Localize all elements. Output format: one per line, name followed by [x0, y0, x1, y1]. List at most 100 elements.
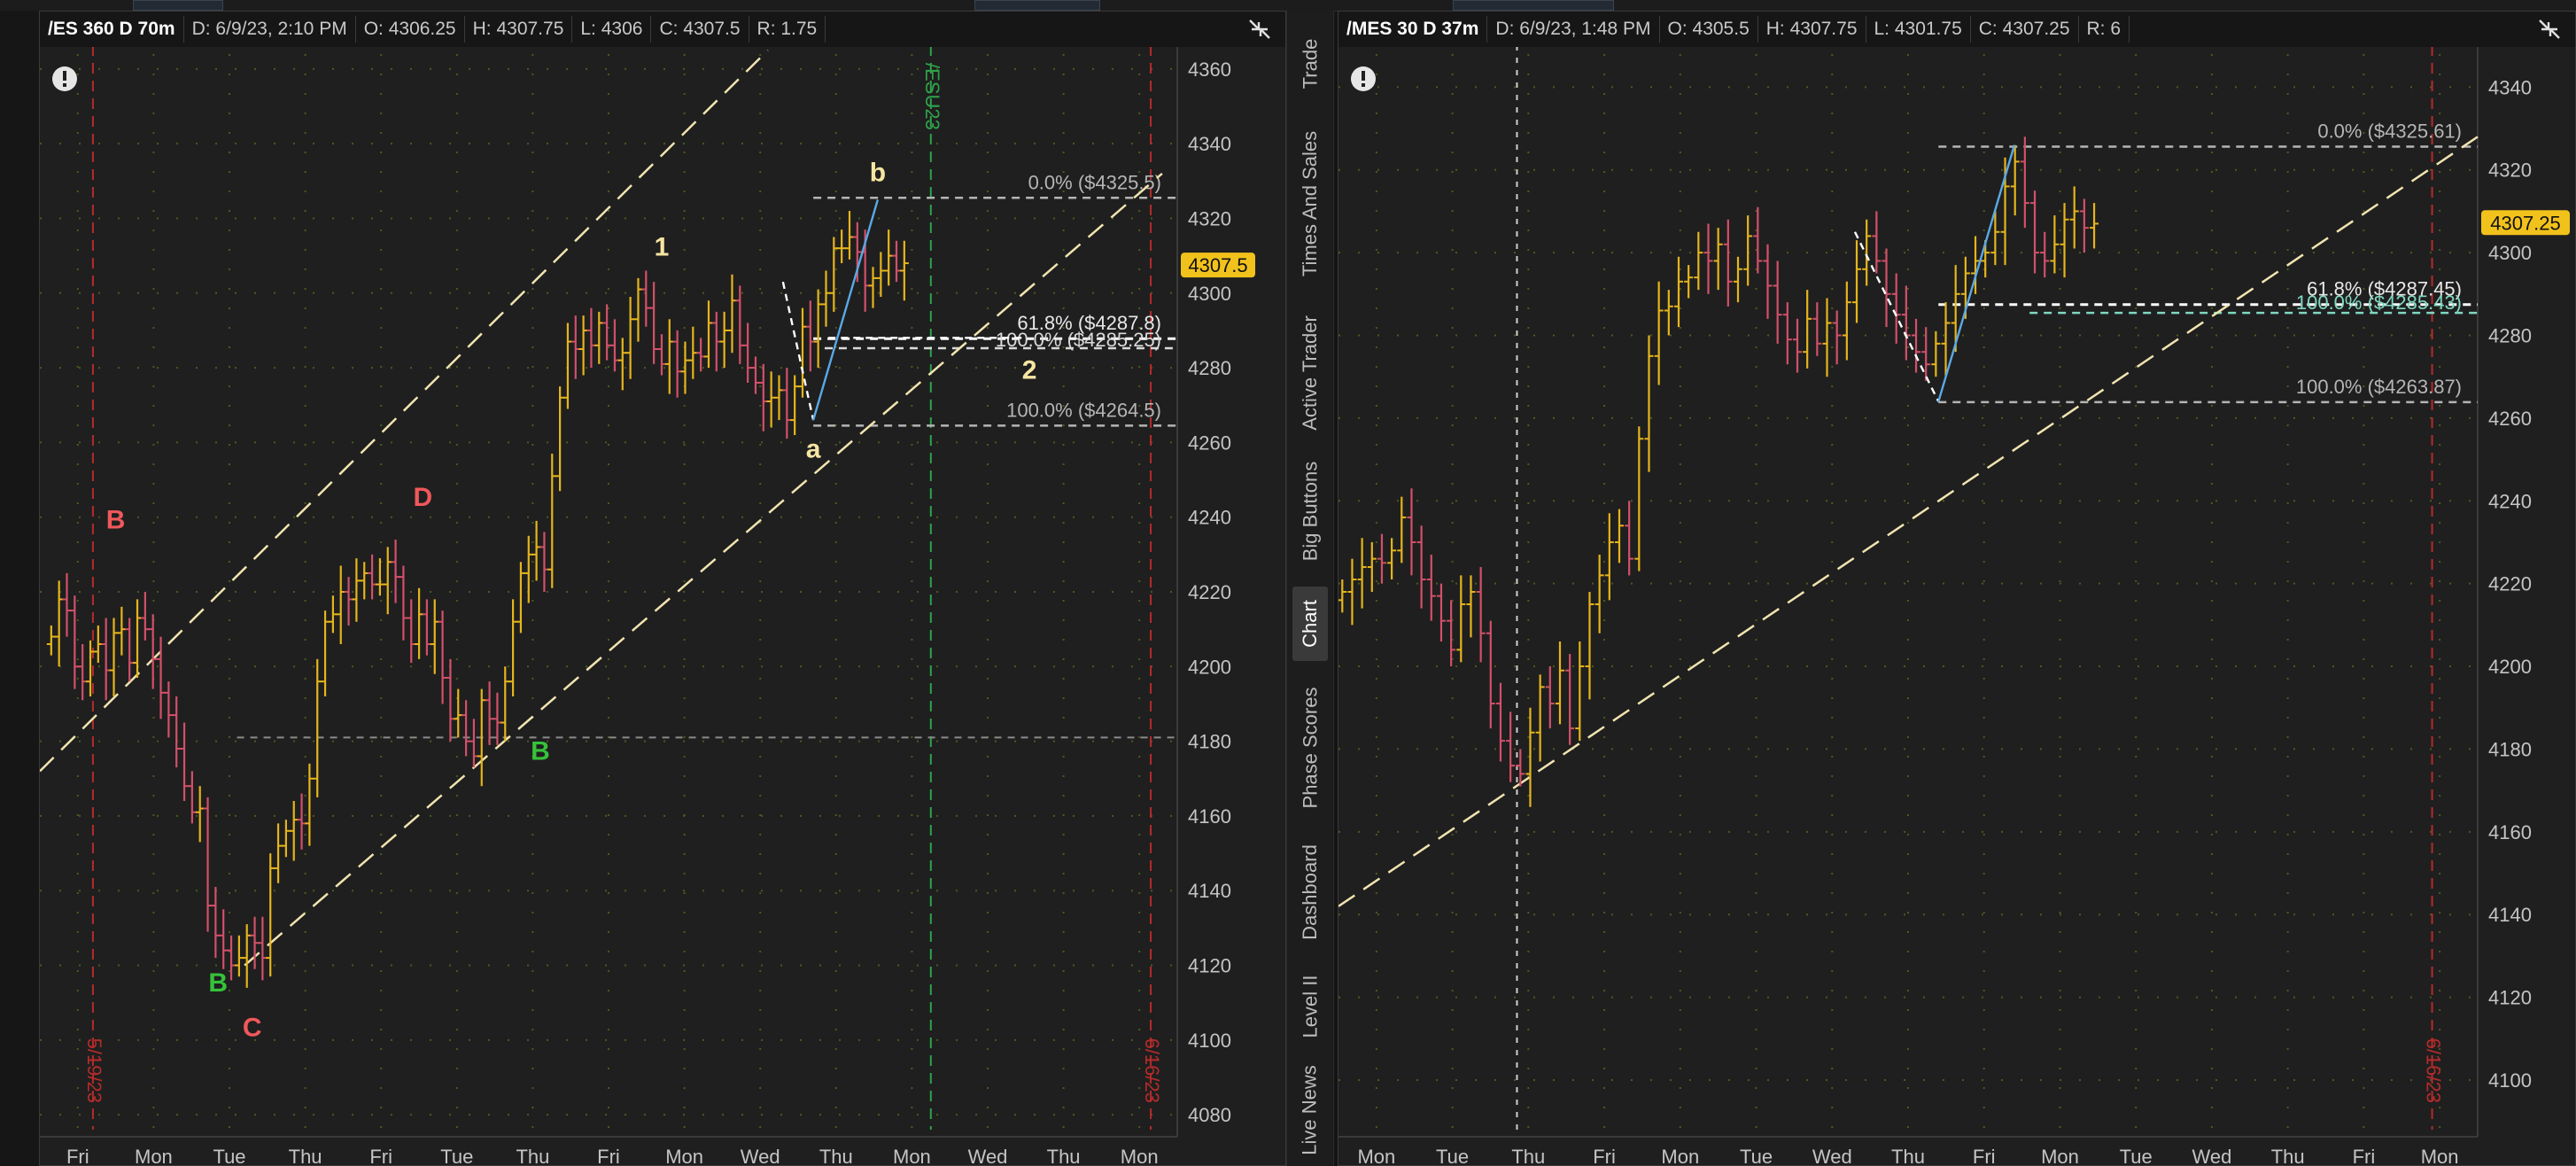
y-tick-label: 4220 — [1188, 581, 1231, 603]
high-readout: H: 4307.75 — [465, 16, 573, 43]
chart-background — [1338, 47, 2575, 1165]
wave-label: B — [106, 505, 126, 534]
y-tick-label: 4180 — [2488, 738, 2532, 760]
y-tick-label: 4300 — [1188, 283, 1231, 305]
y-tick-label: 4200 — [2488, 656, 2532, 678]
x-tick-label: Tue — [440, 1146, 473, 1165]
open-readout: O: 4305.5 — [1660, 16, 1758, 43]
tab-level-ii[interactable]: Level II — [1292, 964, 1328, 1049]
x-tick-label: Thu — [1511, 1146, 1545, 1165]
y-tick-label: 4320 — [1188, 207, 1231, 229]
symbol-label[interactable]: /ES 360 D 70m — [40, 16, 184, 43]
low-readout: L: 4301.75 — [1866, 16, 1971, 43]
x-tick-label: Mon — [1357, 1146, 1395, 1165]
chart-header: /MES 30 D 37m D: 6/9/23, 1:48 PM O: 4305… — [1338, 12, 2575, 48]
y-tick-label: 4100 — [1188, 1030, 1231, 1052]
x-tick-label: Fri — [66, 1146, 89, 1165]
symbol-label[interactable]: /MES 30 D 37m — [1338, 16, 1488, 43]
collapse-arrows-icon[interactable] — [2536, 17, 2563, 42]
x-tick-label: Mon — [2421, 1146, 2459, 1165]
x-tick-label: Fri — [2353, 1146, 2376, 1165]
vertical-marker-label: /ESU23 — [921, 63, 943, 130]
chart-canvas-es[interactable]: 4080 4100 4120 4140 4160 4180 4200 4220 4240 4260… — [40, 47, 1285, 1165]
chart-canvas-mes[interactable]: 4100 4120 4140 4160 4180 4200 4220 4240 4260 4280… — [1338, 47, 2575, 1165]
vertical-marker-label: 6/16/23 — [2423, 1038, 2445, 1103]
y-tick-label: 4220 — [2488, 573, 2532, 595]
x-tick-label: Thu — [1891, 1146, 1925, 1165]
tab-live-news[interactable]: Live News — [1292, 1061, 1328, 1159]
y-tick-label: 4240 — [1188, 507, 1231, 529]
x-tick-label: Thu — [819, 1146, 853, 1165]
y-tick-label: 4360 — [1188, 58, 1231, 81]
y-tick-label: 4260 — [1188, 431, 1231, 454]
wave-label: 2 — [1022, 356, 1037, 385]
range-readout: R: 6 — [2079, 16, 2130, 43]
close-readout: C: 4307.5 — [651, 16, 749, 43]
top-tab[interactable] — [974, 0, 1100, 11]
x-tick-label: Fri — [597, 1146, 620, 1165]
date-readout: D: 6/9/23, 1:48 PM — [1487, 16, 1660, 43]
x-tick-label: Wed — [2192, 1146, 2232, 1165]
high-readout: H: 4307.75 — [1758, 16, 1866, 43]
y-tick-label: 4120 — [2488, 987, 2532, 1009]
x-tick-label: Fri — [369, 1146, 392, 1165]
low-readout: L: 4306 — [572, 16, 652, 43]
x-tick-label: Mon — [665, 1146, 703, 1165]
price-badge-label: 4307.25 — [2490, 212, 2561, 234]
x-tick-label: Thu — [2271, 1146, 2305, 1165]
fib-level-label: 100.0% ($4285.25) — [996, 329, 1161, 351]
fib-level-label: 0.0% ($4325.61) — [2317, 120, 2462, 143]
open-readout: O: 4306.25 — [356, 16, 465, 43]
wave-label: a — [806, 434, 821, 463]
x-tick-label: Thu — [516, 1146, 549, 1165]
vertical-marker-label: 5/19/23 — [83, 1038, 105, 1103]
y-tick-label: 4140 — [1188, 880, 1231, 902]
x-tick-label: Fri — [1973, 1146, 1996, 1165]
tab-phase-scores[interactable]: Phase Scores — [1292, 677, 1328, 819]
x-tick-label: Wed — [1812, 1146, 1852, 1165]
tab-dashboard[interactable]: Dashboard — [1292, 835, 1328, 950]
y-tick-label: 4200 — [1188, 656, 1231, 678]
tab-active-trader[interactable]: Active Trader — [1292, 307, 1328, 439]
x-tick-label: Mon — [893, 1146, 931, 1165]
range-readout: R: 1.75 — [749, 16, 826, 43]
x-tick-label: Tue — [1740, 1146, 1773, 1165]
fib-level-label: 100.0% ($4263.87) — [2296, 376, 2462, 398]
x-tick-label: Mon — [135, 1146, 173, 1165]
y-tick-label: 4080 — [1188, 1104, 1231, 1126]
wave-label: C — [243, 1014, 262, 1043]
x-tick-label: Tue — [213, 1146, 245, 1165]
wave-label: b — [870, 158, 886, 187]
x-tick-label: Tue — [2120, 1146, 2153, 1165]
y-tick-label: 4300 — [2488, 242, 2532, 264]
chart-panel-es[interactable]: /ES 360 D 70m D: 6/9/23, 2:10 PM O: 4306… — [39, 11, 1286, 1166]
tab-times-and-sales[interactable]: Times And Sales — [1292, 115, 1328, 292]
top-tab[interactable] — [1453, 0, 1614, 11]
fib-level-label: 100.0% ($4264.5) — [1006, 399, 1161, 421]
y-tick-label: 4120 — [1188, 955, 1231, 977]
x-tick-label: Mon — [1121, 1146, 1159, 1165]
wave-label: 1 — [655, 233, 670, 262]
wave-label: B — [208, 968, 228, 998]
y-tick-label: 4340 — [1188, 133, 1231, 155]
tab-chart[interactable]: Chart — [1292, 587, 1328, 661]
collapse-arrows-icon[interactable] — [1246, 17, 1273, 42]
price-badge-label: 4307.5 — [1188, 254, 1247, 276]
left-edge-strip — [0, 11, 39, 1166]
tab-big-buttons[interactable]: Big Buttons — [1292, 454, 1328, 569]
alert-icon[interactable] — [1351, 66, 1376, 91]
x-tick-label: Thu — [1047, 1146, 1081, 1165]
alert-icon[interactable] — [52, 66, 77, 91]
chart-panel-mes[interactable]: /MES 30 D 37m D: 6/9/23, 1:48 PM O: 4305… — [1338, 11, 2576, 1166]
y-tick-label: 4100 — [2488, 1069, 2532, 1092]
y-tick-label: 4260 — [2488, 408, 2532, 430]
y-tick-label: 4320 — [2488, 159, 2532, 182]
x-tick-label: Thu — [289, 1146, 322, 1165]
x-tick-label: Mon — [2041, 1146, 2079, 1165]
y-tick-label: 4240 — [2488, 490, 2532, 512]
vertical-marker-label: 6/16/23 — [1141, 1038, 1163, 1103]
tab-trade[interactable]: Trade — [1292, 27, 1328, 101]
top-tab[interactable] — [133, 0, 223, 11]
y-tick-label: 4160 — [1188, 805, 1231, 828]
chart-header: /ES 360 D 70m D: 6/9/23, 2:10 PM O: 4306… — [40, 12, 1285, 48]
